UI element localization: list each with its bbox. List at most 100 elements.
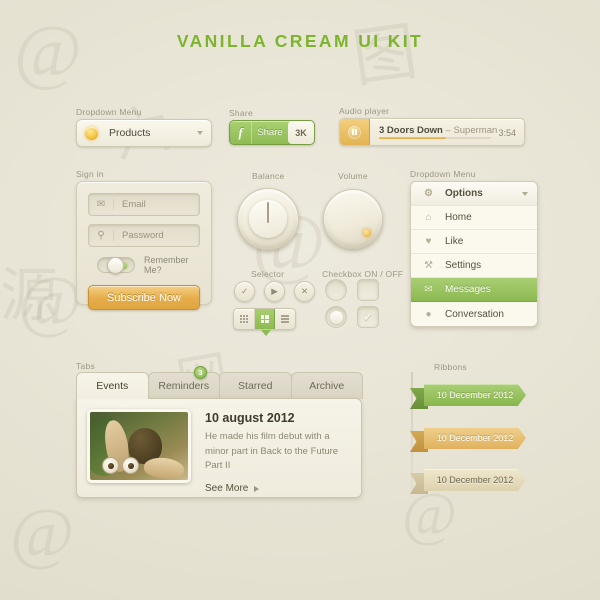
sign-in-panel: ✉ Email ⚲ Password Remember Me? Subscrib…: [76, 181, 212, 310]
menu-item-label: Options: [445, 188, 483, 199]
wrench-icon: ⚒: [424, 260, 433, 271]
menu-item-label: Like: [445, 236, 464, 247]
list-view-button[interactable]: [275, 309, 295, 329]
caption-sign-in: Sign in: [76, 169, 104, 179]
ribbon-label: 10 December 2012: [424, 427, 526, 449]
menu-item-settings[interactable]: ⚒ Settings: [411, 254, 537, 278]
tab-bar: Events Reminders 3 Starred Archive: [76, 366, 363, 399]
grid-2x2-icon: [260, 315, 269, 323]
menu-item-like[interactable]: ♥ Like: [411, 230, 537, 254]
balance-knob-dial[interactable]: [237, 188, 299, 250]
audio-player[interactable]: 3 Doors Down – Superman 3:54: [339, 118, 525, 146]
dropdown-menu-list: ⚙ Options ⌂ Home ♥ Like ⚒ Settings ✉ Mes…: [410, 181, 538, 327]
caption-selector: Selector: [251, 269, 285, 279]
watermark-glyph: 源: [0, 263, 59, 328]
chevron-right-icon: [254, 485, 260, 492]
menu-item-messages[interactable]: ✉ Messages: [411, 278, 537, 302]
card-description: He made his film debut with a minor part…: [205, 431, 339, 472]
watermark-glyph: @: [10, 495, 75, 572]
tab-content-panel: 10 august 2012 He made his film debut wi…: [76, 398, 362, 498]
caption-share: Share: [229, 108, 253, 118]
radio-on[interactable]: [325, 306, 347, 328]
remember-me-toggle[interactable]: [97, 257, 135, 274]
checkbox-on[interactable]: ✓: [357, 306, 379, 328]
remember-me-row: Remember Me?: [88, 255, 200, 275]
selector-button-group: ✓ ▶ ✕: [234, 281, 315, 302]
speech-bubble-icon: ●: [425, 308, 432, 320]
password-field[interactable]: ⚲ Password: [88, 224, 200, 247]
email-placeholder: Email: [122, 199, 146, 210]
play-button[interactable]: ▶: [264, 281, 285, 302]
share-count: 3K: [288, 121, 314, 144]
page-title: VANILLA CREAM UI KIT: [176, 31, 424, 51]
tab-label: Reminders: [158, 380, 210, 392]
caption-ribbons: Ribbons: [434, 362, 467, 372]
email-field[interactable]: ✉ Email: [88, 193, 200, 216]
pause-button[interactable]: [340, 119, 370, 145]
watermark-glyph: @: [14, 11, 83, 93]
chevron-down-icon: [522, 191, 528, 196]
watermark-glyph: @: [18, 263, 83, 340]
dropdown-products[interactable]: Products: [76, 119, 212, 147]
grid-large-view-button[interactable]: [254, 309, 276, 329]
check-button[interactable]: ✓: [234, 281, 255, 302]
ribbon-cream[interactable]: 10 December 2012: [410, 469, 526, 494]
menu-item-label: Conversation: [445, 308, 504, 320]
password-placeholder: Password: [122, 230, 164, 241]
ribbon-label: 10 December 2012: [424, 384, 526, 406]
tab-events[interactable]: Events: [76, 372, 149, 399]
dropdown-selected-label: Products: [109, 127, 151, 139]
balance-knob-indicator: [267, 202, 269, 223]
grid-small-view-button[interactable]: [234, 309, 255, 329]
tab-starred[interactable]: Starred: [219, 372, 292, 399]
chevron-down-icon: [197, 131, 203, 135]
menu-item-options[interactable]: ⚙ Options: [411, 182, 537, 206]
caption-balance: Balance: [252, 171, 285, 181]
caption-audio-player: Audio player: [339, 106, 390, 116]
envelope-icon: ✉: [89, 199, 114, 210]
share-button-label: Share: [257, 127, 283, 138]
volume-knob-dial[interactable]: [323, 189, 383, 249]
see-more-label: See More: [205, 483, 249, 495]
envelope-icon: ✉: [424, 284, 433, 295]
heart-icon: ♥: [425, 236, 432, 247]
caption-volume: Volume: [338, 171, 368, 181]
card-date: 10 august 2012: [205, 411, 295, 425]
audio-progress-bar[interactable]: [379, 136, 491, 139]
see-more-link[interactable]: See More: [205, 483, 351, 494]
close-button[interactable]: ✕: [294, 281, 315, 302]
caption-checkbox: Checkbox ON / OFF: [322, 269, 404, 279]
view-switcher: [233, 308, 296, 330]
home-icon: ⌂: [425, 212, 432, 223]
share-button[interactable]: f Share 3K: [229, 120, 315, 145]
tab-archive[interactable]: Archive: [290, 372, 363, 399]
menu-item-home[interactable]: ⌂ Home: [411, 206, 537, 230]
grid-3x3-icon: [239, 315, 248, 323]
menu-item-label: Settings: [445, 260, 482, 271]
radio-off[interactable]: [325, 279, 347, 301]
list-icon: [281, 315, 290, 323]
volume-knob[interactable]: [323, 189, 383, 249]
ribbon-amber[interactable]: 10 December 2012: [410, 427, 526, 452]
remember-me-label: Remember Me?: [144, 255, 189, 275]
caption-dropdown-menu-right: Dropdown Menu: [410, 169, 476, 179]
subscribe-button[interactable]: Subscribe Now: [88, 285, 200, 310]
menu-item-conversation[interactable]: ● Conversation: [411, 302, 537, 326]
balance-knob[interactable]: [237, 188, 299, 250]
status-badge: 3: [194, 366, 207, 379]
gear-icon: ⚙: [424, 188, 433, 199]
checkbox-off[interactable]: [357, 279, 379, 301]
card-body: 10 august 2012 He made his film debut wi…: [191, 409, 351, 494]
card-thumbnail-image: [87, 409, 191, 483]
audio-meta: 3 Doors Down – Superman 3:54: [370, 119, 524, 145]
audio-track-title: 3 Doors Down – Superman: [379, 125, 498, 136]
key-icon: ⚲: [89, 230, 114, 241]
pause-icon: [348, 125, 361, 139]
ribbon-green[interactable]: 10 December 2012: [410, 384, 526, 409]
tab-reminders[interactable]: Reminders 3: [147, 366, 220, 399]
menu-item-label: Messages: [445, 284, 491, 295]
bulb-icon: [85, 126, 98, 140]
checkbox-row-on: ✓: [325, 306, 379, 328]
toggle-knob[interactable]: [107, 257, 124, 274]
audio-duration: 3:54: [498, 128, 516, 138]
